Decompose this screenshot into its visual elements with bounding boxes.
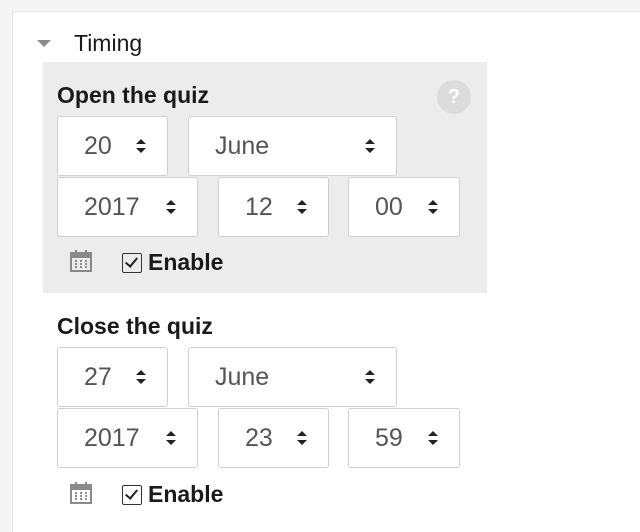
spinner-icon xyxy=(365,370,375,384)
open-quiz-title: Open the quiz xyxy=(57,82,210,108)
close-day-value: 27 xyxy=(84,363,112,391)
calendar-icon[interactable] xyxy=(69,481,93,505)
open-hour-value: 12 xyxy=(245,193,273,221)
close-month-select[interactable]: June xyxy=(188,347,397,407)
section-title: Timing xyxy=(74,29,143,56)
spinner-icon xyxy=(297,431,307,445)
close-enable-checkbox[interactable]: Enable xyxy=(122,481,223,508)
open-year-select[interactable]: 2017 xyxy=(57,177,198,237)
close-day-select[interactable]: 27 xyxy=(57,347,168,407)
open-quiz-group: Open the quiz ? 20 June 2017 12 00 Enabl… xyxy=(43,62,487,293)
caret-down-icon[interactable] xyxy=(37,40,51,47)
calendar-icon[interactable] xyxy=(69,249,93,273)
spinner-icon xyxy=(297,200,307,214)
close-minute-value: 59 xyxy=(375,424,403,452)
close-month-value: June xyxy=(215,363,270,391)
close-hour-select[interactable]: 23 xyxy=(218,408,329,468)
open-year-value: 2017 xyxy=(84,193,140,221)
close-minute-select[interactable]: 59 xyxy=(348,408,460,468)
spinner-icon xyxy=(428,200,438,214)
spinner-icon xyxy=(136,370,146,384)
close-quiz-group: Close the quiz 27 June 2017 23 59 Enable xyxy=(43,293,487,520)
close-year-select[interactable]: 2017 xyxy=(57,408,198,468)
close-enable-label: Enable xyxy=(148,481,224,507)
close-quiz-title: Close the quiz xyxy=(57,313,213,339)
spinner-icon xyxy=(166,431,176,445)
open-day-value: 20 xyxy=(84,132,112,160)
open-enable-label: Enable xyxy=(148,249,224,275)
close-year-value: 2017 xyxy=(84,424,140,452)
close-hour-value: 23 xyxy=(245,424,273,452)
open-enable-checkbox[interactable]: Enable xyxy=(122,249,223,276)
open-hour-select[interactable]: 12 xyxy=(218,177,329,237)
checkbox-checked-icon[interactable] xyxy=(122,252,142,273)
spinner-icon xyxy=(166,200,176,214)
spinner-icon xyxy=(136,139,146,153)
help-icon[interactable]: ? xyxy=(437,80,471,114)
open-day-select[interactable]: 20 xyxy=(57,116,168,176)
open-month-value: June xyxy=(215,132,270,160)
spinner-icon xyxy=(365,139,375,153)
checkbox-checked-icon[interactable] xyxy=(122,484,142,505)
open-minute-value: 00 xyxy=(375,193,403,221)
open-month-select[interactable]: June xyxy=(188,116,397,176)
timing-section-header[interactable]: Timing xyxy=(24,28,142,58)
spinner-icon xyxy=(428,431,438,445)
open-minute-select[interactable]: 00 xyxy=(348,177,460,237)
